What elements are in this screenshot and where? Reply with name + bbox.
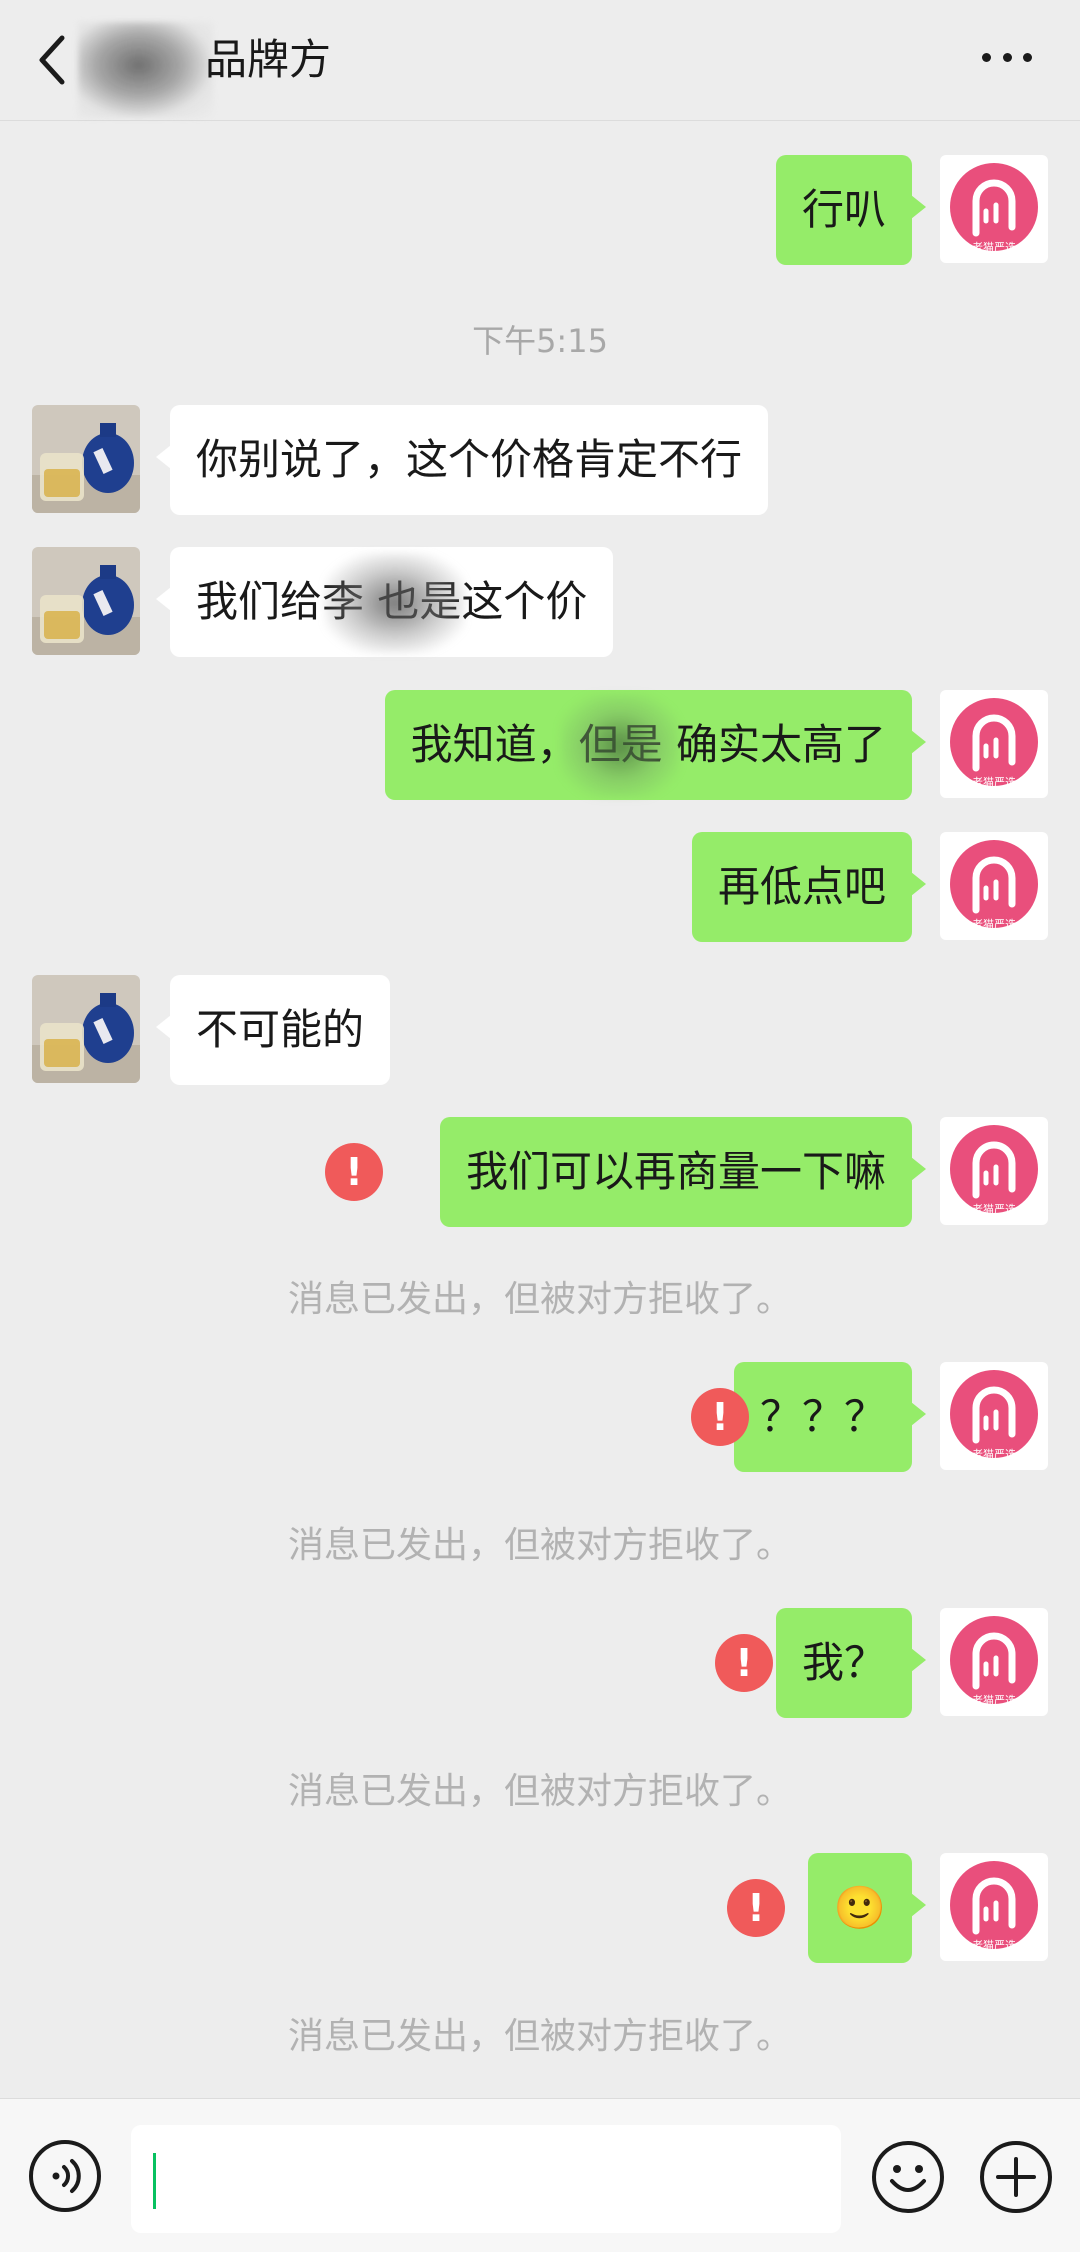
my-avatar[interactable]: 老猫严选	[940, 1853, 1048, 1961]
rejected-notice: 消息已发出，但被对方拒收了。	[287, 1525, 792, 1566]
emoji-icon	[872, 2141, 944, 2213]
svg-text:老猫严选: 老猫严选	[972, 1694, 1016, 1707]
svg-text:老猫严选: 老猫严选	[972, 1448, 1016, 1461]
my-avatar[interactable]: 老猫严选	[940, 1608, 1048, 1716]
brand-logo-icon: 老猫严选	[940, 1117, 1048, 1225]
more-button[interactable]	[982, 50, 1032, 64]
my-avatar[interactable]: 老猫严选	[940, 1117, 1048, 1225]
svg-text:老猫严选: 老猫严选	[972, 241, 1016, 254]
outgoing-message[interactable]: 我？	[775, 1608, 927, 1718]
my-avatar[interactable]: 老猫严选	[940, 832, 1048, 940]
redacted-name-blur	[78, 22, 213, 118]
brand-logo-icon: 老猫严选	[940, 832, 1048, 940]
voice-button[interactable]	[28, 2139, 102, 2213]
svg-text:老猫严选: 老猫严选	[972, 1939, 1016, 1952]
composer-bar	[0, 2098, 1080, 2252]
more-dots-icon	[982, 52, 991, 62]
message-input[interactable]	[131, 2125, 841, 2233]
plus-circle-icon	[980, 2141, 1052, 2213]
smile-emoji-icon: 🙂	[833, 1883, 886, 1932]
incoming-message[interactable]: 不可能的	[155, 975, 391, 1085]
emoji-button[interactable]	[870, 2139, 946, 2215]
plus-button[interactable]	[978, 2139, 1054, 2215]
send-failed-icon[interactable]: !	[727, 1879, 785, 1937]
brand-logo-icon: 老猫严选	[940, 1608, 1048, 1716]
rejected-notice: 消息已发出，但被对方拒收了。	[287, 2016, 792, 2057]
outgoing-message[interactable]: 我知道，但是 确实太高了	[384, 690, 927, 800]
bottle-photo-icon	[32, 975, 140, 1083]
outgoing-message[interactable]: ？？？	[733, 1362, 927, 1472]
svg-text:老猫严选: 老猫严选	[972, 1203, 1016, 1216]
incoming-message[interactable]: 你别说了，这个价格肯定不行	[155, 405, 769, 515]
back-button[interactable]	[30, 30, 80, 90]
my-avatar[interactable]: 老猫严选	[940, 1362, 1048, 1470]
my-avatar[interactable]: 老猫严选	[940, 690, 1048, 798]
outgoing-message[interactable]: 再低点吧	[691, 832, 927, 942]
rejected-notice: 消息已发出，但被对方拒收了。	[287, 1279, 792, 1320]
chat-title: 品牌方	[205, 35, 332, 84]
outgoing-message[interactable]: 行叭	[775, 155, 927, 265]
brand-logo-icon: 老猫严选	[940, 1362, 1048, 1470]
rejected-notice: 消息已发出，但被对方拒收了。	[287, 1771, 792, 1812]
brand-logo-icon: 老猫严选	[940, 690, 1048, 798]
brand-logo-icon: 老猫严选	[940, 1853, 1048, 1961]
send-failed-icon[interactable]: !	[325, 1143, 383, 1201]
brand-logo-icon: 老猫严选	[940, 155, 1048, 263]
svg-text:老猫严选: 老猫严选	[972, 776, 1016, 789]
send-failed-icon[interactable]: !	[715, 1634, 773, 1692]
bottle-photo-icon	[32, 405, 140, 513]
voice-icon	[29, 2140, 101, 2212]
incoming-message[interactable]: 我们给李 也是这个价	[155, 547, 614, 657]
timestamp: 下午5:15	[472, 322, 608, 360]
bottle-photo-icon	[32, 547, 140, 655]
text-cursor	[153, 2153, 156, 2209]
send-failed-icon[interactable]: !	[691, 1388, 749, 1446]
contact-avatar[interactable]	[32, 405, 140, 513]
svg-text:老猫严选: 老猫严选	[972, 918, 1016, 931]
chevron-left-icon	[39, 35, 65, 85]
outgoing-message[interactable]: 我们可以再商量一下嘛	[439, 1117, 927, 1227]
chat-header: 品牌方	[0, 0, 1080, 121]
my-avatar[interactable]: 老猫严选	[940, 155, 1048, 263]
contact-avatar[interactable]	[32, 975, 140, 1083]
outgoing-emoji-message[interactable]: 🙂	[807, 1853, 927, 1963]
contact-avatar[interactable]	[32, 547, 140, 655]
